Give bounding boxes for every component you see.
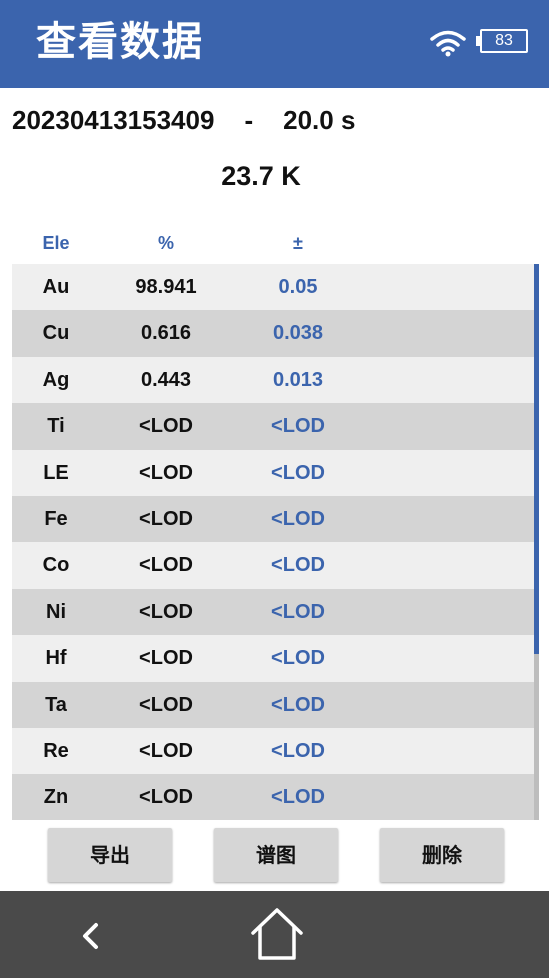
table-row: Fe <LOD <LOD bbox=[12, 495, 534, 543]
cell-element: Hf bbox=[45, 647, 67, 670]
system-navbar bbox=[0, 891, 549, 978]
cell-percent: <LOD bbox=[139, 554, 193, 577]
table-row: Zn <LOD <LOD bbox=[12, 774, 534, 820]
cell-percent: <LOD bbox=[139, 507, 193, 530]
wifi-icon bbox=[430, 30, 466, 57]
cell-percent: <LOD bbox=[139, 739, 193, 762]
cell-element: LE bbox=[43, 461, 69, 484]
table-row: Ta <LOD <LOD bbox=[12, 681, 534, 728]
back-chevron-icon[interactable] bbox=[74, 919, 108, 953]
table-row: Re <LOD <LOD bbox=[12, 727, 534, 775]
cell-element: Ni bbox=[46, 600, 66, 623]
home-icon[interactable] bbox=[247, 905, 307, 963]
measurement-separator: - bbox=[244, 105, 254, 135]
table-row: Ti <LOD <LOD bbox=[12, 403, 534, 450]
table-row: Co <LOD <LOD bbox=[12, 542, 534, 589]
cell-element: Re bbox=[43, 739, 69, 762]
cell-percent: <LOD bbox=[139, 693, 193, 716]
spectrum-button[interactable]: 谱图 bbox=[214, 828, 338, 882]
page-title: 查看数据 bbox=[36, 19, 204, 65]
cell-percent: <LOD bbox=[139, 647, 193, 670]
cell-error: <LOD bbox=[271, 415, 325, 438]
export-button[interactable]: 导出 bbox=[48, 828, 172, 882]
measurement-id: 20230413153409 bbox=[12, 105, 215, 135]
cell-element: Zn bbox=[43, 786, 69, 809]
cell-error: <LOD bbox=[271, 600, 325, 623]
results-table[interactable]: Au 98.941 0.05 Cu 0.616 0.038 Ag 0.443 0… bbox=[12, 264, 534, 820]
cell-error: <LOD bbox=[271, 554, 325, 577]
app-header: 查看数据 83 bbox=[0, 0, 549, 88]
measurement-info: 20230413153409-20.0 s bbox=[12, 100, 355, 140]
delete-button[interactable]: 删除 bbox=[380, 828, 504, 882]
cell-element: Ag bbox=[42, 368, 70, 391]
table-row: Cu 0.616 0.038 bbox=[12, 310, 534, 357]
cell-element: Ta bbox=[45, 693, 67, 716]
cell-error: <LOD bbox=[271, 647, 325, 670]
cell-error: <LOD bbox=[271, 786, 325, 809]
table-header: Ele % ± bbox=[12, 228, 534, 258]
cell-element: Ti bbox=[47, 415, 65, 438]
header-percent: % bbox=[157, 233, 174, 253]
cell-percent: 0.443 bbox=[140, 368, 192, 391]
cell-element: Co bbox=[42, 554, 70, 577]
cell-error: <LOD bbox=[271, 739, 325, 762]
cell-percent: <LOD bbox=[139, 415, 193, 438]
header-error: ± bbox=[293, 233, 303, 253]
table-row: Au 98.941 0.05 bbox=[12, 264, 534, 311]
header-element: Ele bbox=[42, 233, 70, 253]
battery-icon: 83 bbox=[476, 29, 530, 55]
cell-error: <LOD bbox=[271, 507, 325, 530]
table-row: Hf <LOD <LOD bbox=[12, 635, 534, 682]
cell-percent: <LOD bbox=[139, 786, 193, 809]
battery-level: 83 bbox=[495, 32, 513, 49]
measurement-duration: 20.0 s bbox=[283, 105, 356, 135]
cell-error: 0.038 bbox=[272, 322, 324, 345]
cell-error: <LOD bbox=[271, 693, 325, 716]
cell-percent: <LOD bbox=[139, 600, 193, 623]
cell-percent: 98.941 bbox=[135, 276, 197, 298]
cell-percent: <LOD bbox=[139, 461, 193, 484]
cell-error: <LOD bbox=[271, 461, 325, 484]
cell-error: 0.05 bbox=[278, 276, 318, 298]
cell-percent: 0.616 bbox=[140, 322, 192, 345]
karat-value: 23.7 K bbox=[221, 161, 301, 191]
cell-element: Fe bbox=[44, 507, 68, 530]
table-row: LE <LOD <LOD bbox=[12, 449, 534, 496]
table-row: Ni <LOD <LOD bbox=[12, 588, 534, 636]
cell-error: 0.013 bbox=[272, 368, 324, 391]
table-scrollbar-thumb[interactable] bbox=[534, 264, 539, 654]
cell-element: Cu bbox=[42, 322, 70, 345]
table-row: Ag 0.443 0.013 bbox=[12, 356, 534, 404]
cell-element: Au bbox=[42, 276, 70, 298]
